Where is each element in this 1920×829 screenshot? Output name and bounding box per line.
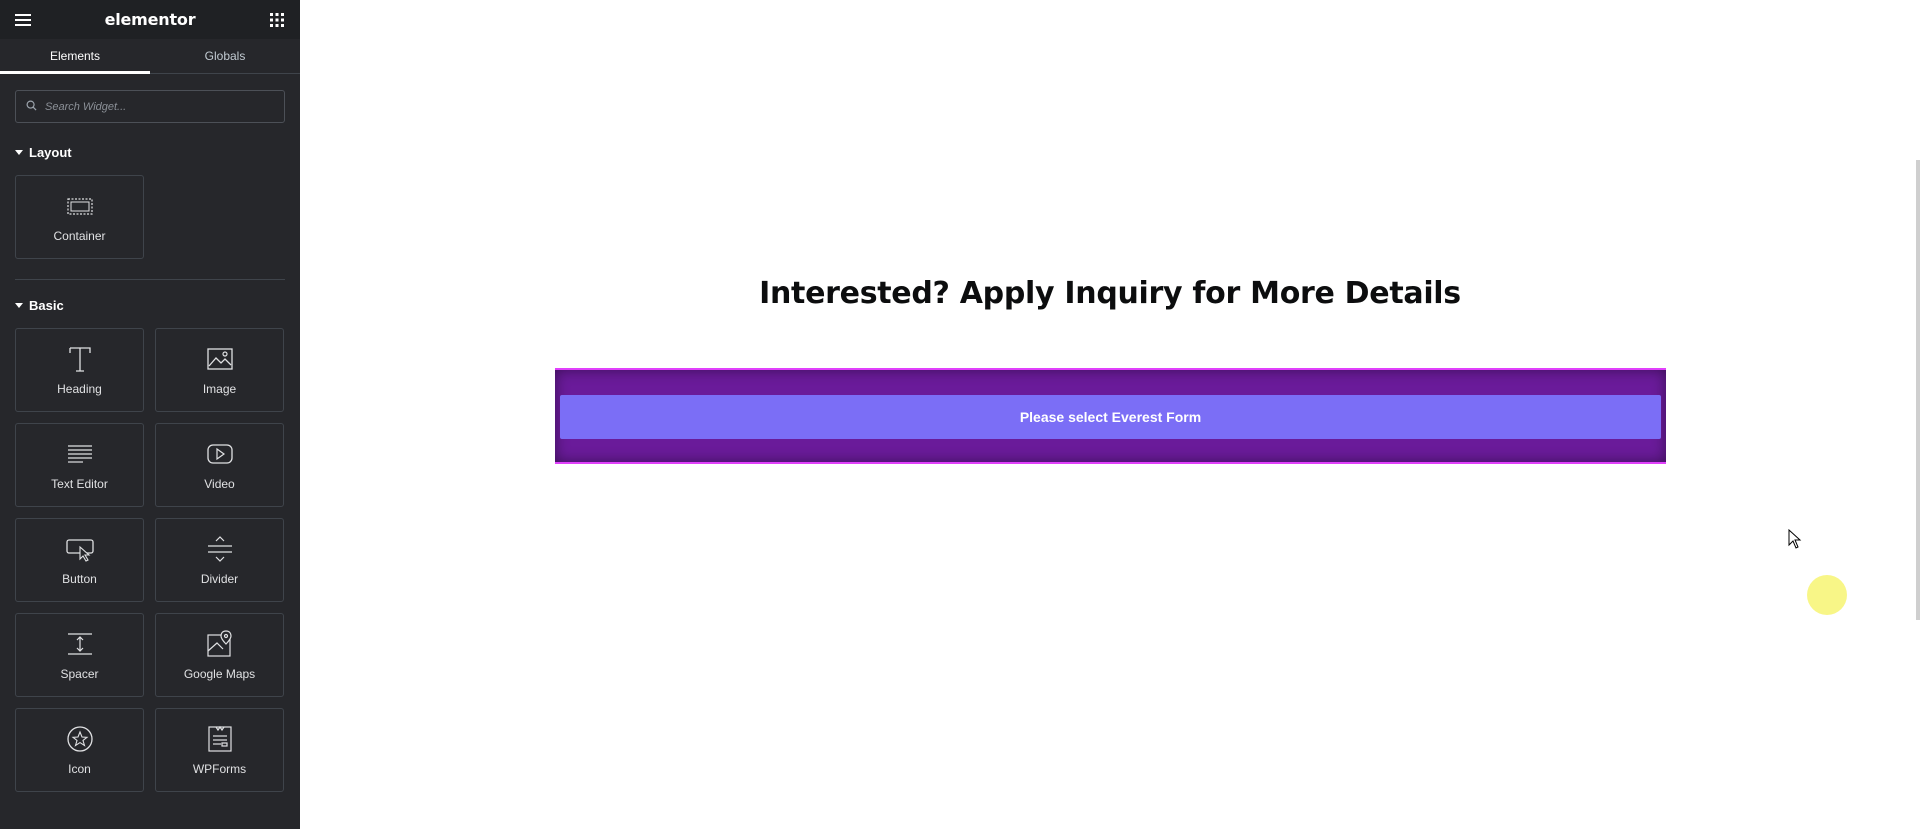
divider-icon [207,536,232,562]
widget-heading[interactable]: Heading [15,328,144,412]
star-icon [66,726,93,752]
video-icon [206,444,233,464]
heading-icon [68,347,91,372]
widget-label: Google Maps [183,667,256,681]
widget-label: Text Editor [51,477,108,491]
text-editor-icon [67,445,92,463]
widget-image[interactable]: Image [155,328,284,412]
widget-video[interactable]: Video [155,423,284,507]
widget-container[interactable]: Container [15,175,144,259]
panel-tabs: Elements Globals [0,39,300,74]
widget-label: WPForms [192,762,247,776]
widget-label: Button [62,572,97,586]
widget-label: Spacer [60,667,99,681]
hamburger-menu-icon[interactable] [12,9,34,31]
widget-divider[interactable]: Divider [155,518,284,602]
widget-label: Heading [57,382,102,396]
canvas-scrollbar[interactable] [1916,160,1920,620]
widget-label: Video [204,477,235,491]
elementor-panel: elementor Elements Globals Layout [0,0,300,829]
page-heading[interactable]: Interested? Apply Inquiry for More Detai… [300,276,1920,311]
layout-section: Layout Container [0,137,300,280]
search-box [15,90,285,123]
mouse-cursor-icon [1788,528,1802,554]
basic-section: Basic Heading Image Text Editor Video Bu… [0,290,300,792]
google-maps-icon [206,630,232,657]
caret-down-icon [15,149,23,155]
search-widget-input[interactable] [45,100,274,113]
widget-button[interactable]: Button [15,518,144,602]
layout-widgets-grid: Container [15,175,285,259]
section-divider [15,279,285,280]
layout-section-toggle[interactable]: Layout [15,137,285,167]
grid-apps-icon[interactable] [266,9,288,31]
button-icon [65,539,94,562]
tab-globals[interactable]: Globals [150,39,300,73]
widget-text-editor[interactable]: Text Editor [15,423,144,507]
widget-icon[interactable]: Icon [15,708,144,792]
search-wrapper [0,74,300,137]
basic-section-title: Basic [29,297,64,313]
widget-spacer[interactable]: Spacer [15,613,144,697]
widget-label: Image [202,382,237,396]
basic-section-toggle[interactable]: Basic [15,290,285,320]
widget-wpforms[interactable]: WPForms [155,708,284,792]
basic-widgets-grid: Heading Image Text Editor Video Button D… [15,328,285,792]
container-icon [66,198,93,215]
search-icon [26,98,37,116]
layout-section-title: Layout [29,144,72,160]
panel-header: elementor [0,0,300,39]
editor-canvas: Interested? Apply Inquiry for More Detai… [300,0,1920,829]
spacer-icon [67,633,92,655]
click-highlight [1807,575,1847,615]
brand-logo: elementor [104,10,196,29]
widget-label: Container [53,229,106,243]
widget-google-maps[interactable]: Google Maps [155,613,284,697]
widget-label: Icon [68,762,91,776]
tab-elements[interactable]: Elements [0,39,150,74]
widget-label: Divider [200,572,239,586]
caret-down-icon [15,302,23,308]
select-everest-form-button[interactable]: Please select Everest Form [560,395,1661,439]
everest-form-widget[interactable]: Please select Everest Form [555,368,1666,464]
image-icon [206,348,233,370]
wpforms-icon [207,725,232,752]
